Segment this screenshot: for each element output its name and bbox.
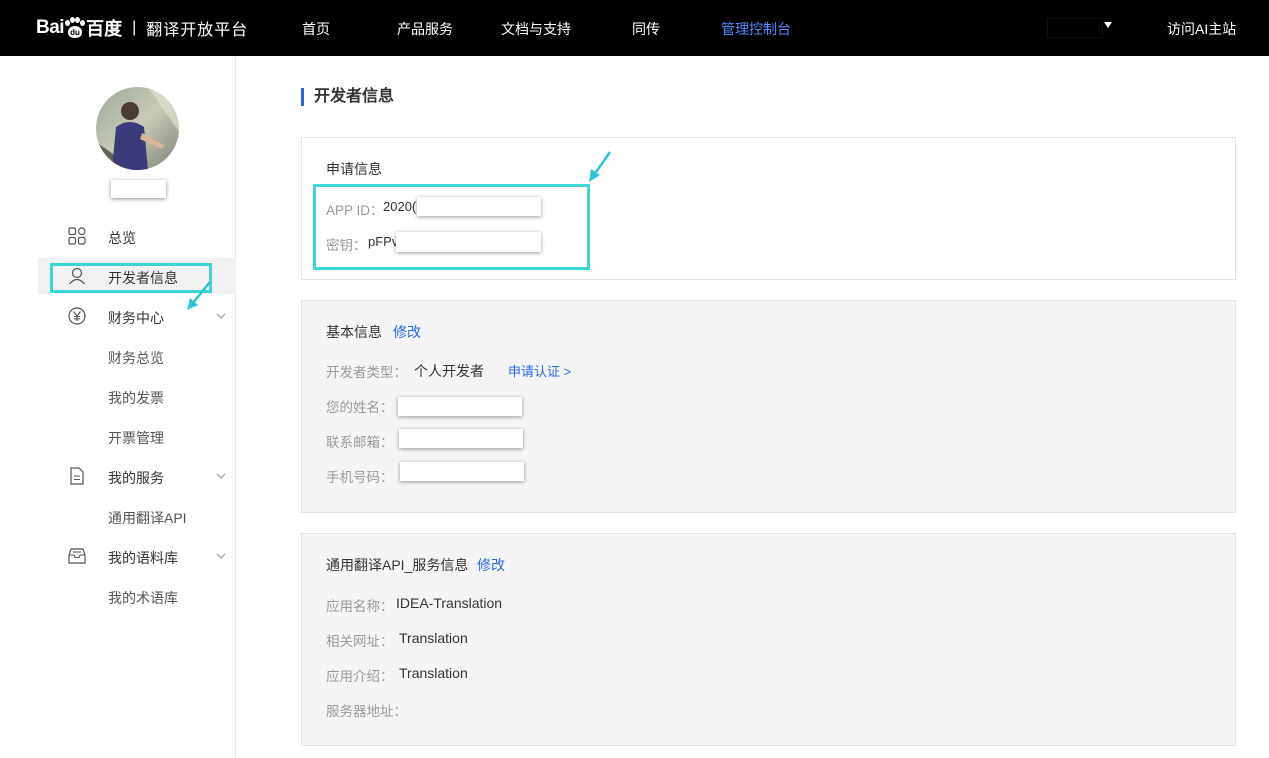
app-description-value: Translation bbox=[399, 665, 468, 681]
logo-du-text: du bbox=[70, 28, 80, 37]
basic-info-title: 基本信息 bbox=[326, 324, 382, 340]
basic-info-edit-link[interactable]: 修改 bbox=[393, 322, 421, 342]
nav-home[interactable]: 首页 bbox=[302, 19, 330, 39]
logo-bai-text: Bai bbox=[36, 17, 65, 38]
sidebar-item-label: 财务中心 bbox=[108, 310, 164, 326]
app-name-value: IDEA-Translation bbox=[396, 595, 503, 611]
username-redacted bbox=[111, 180, 166, 198]
logo-separator: | bbox=[132, 19, 137, 36]
apply-info-title: 申请信息 bbox=[326, 161, 382, 177]
related-url-label: 相关网址： bbox=[326, 634, 394, 649]
paw-logo-icon: du bbox=[65, 17, 86, 39]
sidebar-item-label: 我的语料库 bbox=[108, 550, 178, 566]
nav-console[interactable]: 管理控制台 bbox=[721, 19, 791, 39]
sidebar-item-invoices[interactable]: 我的发票 bbox=[108, 388, 164, 408]
nav-interpretation[interactable]: 同传 bbox=[632, 19, 660, 39]
sidebar: 总览 开发者信息 财务中心 财务总览 我的发票 开票管理 我的服务 通用翻译AP… bbox=[0, 56, 236, 758]
sidebar-item-overview[interactable]: 总览 bbox=[38, 218, 236, 254]
apply-certification-link[interactable]: 申请认证 > bbox=[508, 361, 571, 380]
visit-ai-link[interactable]: 访问AI主站 bbox=[1167, 19, 1236, 39]
top-navbar: Bai du 百度 | 翻译开放平台 首页 产品服务 文档与支持 同传 管理控制… bbox=[0, 0, 1269, 56]
document-icon bbox=[70, 467, 84, 485]
sidebar-item-my-services[interactable]: 我的服务 bbox=[38, 458, 236, 494]
service-info-title: 通用翻译API_服务信息 bbox=[326, 557, 469, 573]
grid-icon bbox=[68, 227, 86, 245]
annotation-arrow-icon bbox=[589, 151, 612, 182]
email-redacted bbox=[399, 429, 523, 448]
user-menu[interactable] bbox=[1047, 18, 1103, 38]
chevron-down-icon[interactable] bbox=[216, 311, 226, 321]
app-description-label: 应用介绍： bbox=[326, 669, 394, 684]
sidebar-item-finance[interactable]: 财务中心 bbox=[38, 298, 236, 334]
sidebar-item-my-termbase[interactable]: 我的术语库 bbox=[108, 588, 178, 608]
server-address-label: 服务器地址： bbox=[326, 704, 407, 719]
basic-info-panel: 基本信息 修改 开发者类型： 个人开发者 申请认证 > 您的姓名： 联系邮箱： … bbox=[301, 300, 1236, 513]
sidebar-item-general-translation-api[interactable]: 通用翻译API bbox=[108, 508, 187, 528]
app-name-label: 应用名称： bbox=[326, 599, 394, 614]
service-info-panel: 通用翻译API_服务信息 修改 应用名称： IDEA-Translation 相… bbox=[301, 533, 1236, 746]
related-url-value: Translation bbox=[399, 630, 468, 646]
nav-products[interactable]: 产品服务 bbox=[397, 19, 453, 39]
email-label: 联系邮箱： bbox=[326, 435, 394, 450]
phone-redacted bbox=[400, 462, 524, 481]
sidebar-item-label: 我的服务 bbox=[108, 470, 164, 486]
chevron-down-icon[interactable] bbox=[216, 551, 226, 561]
caret-down-icon[interactable] bbox=[1104, 22, 1112, 28]
sidebar-item-my-corpus[interactable]: 我的语料库 bbox=[38, 538, 236, 574]
sidebar-item-invoice-management[interactable]: 开票管理 bbox=[108, 428, 164, 448]
avatar[interactable] bbox=[96, 87, 179, 170]
product-title: 翻译开放平台 bbox=[146, 22, 249, 39]
phone-label: 手机号码： bbox=[326, 470, 394, 485]
baidu-logo[interactable]: Bai du 百度 | 翻译开放平台 bbox=[36, 14, 248, 42]
developer-type-label: 开发者类型： bbox=[326, 365, 407, 380]
inbox-icon bbox=[68, 548, 86, 564]
sidebar-item-label: 总览 bbox=[108, 230, 136, 246]
sidebar-item-finance-overview[interactable]: 财务总览 bbox=[108, 348, 164, 368]
service-info-edit-link[interactable]: 修改 bbox=[477, 555, 505, 575]
highlight-box-credentials bbox=[313, 184, 590, 270]
page-title: 开发者信息 bbox=[301, 88, 394, 106]
name-redacted bbox=[398, 397, 522, 416]
name-label: 您的姓名： bbox=[326, 400, 394, 415]
nav-docs[interactable]: 文档与支持 bbox=[501, 19, 571, 39]
yen-icon bbox=[68, 307, 86, 325]
chevron-down-icon[interactable] bbox=[216, 471, 226, 481]
developer-type-value: 个人开发者 bbox=[414, 363, 484, 379]
logo-baidu-text: 百度 bbox=[86, 19, 123, 39]
